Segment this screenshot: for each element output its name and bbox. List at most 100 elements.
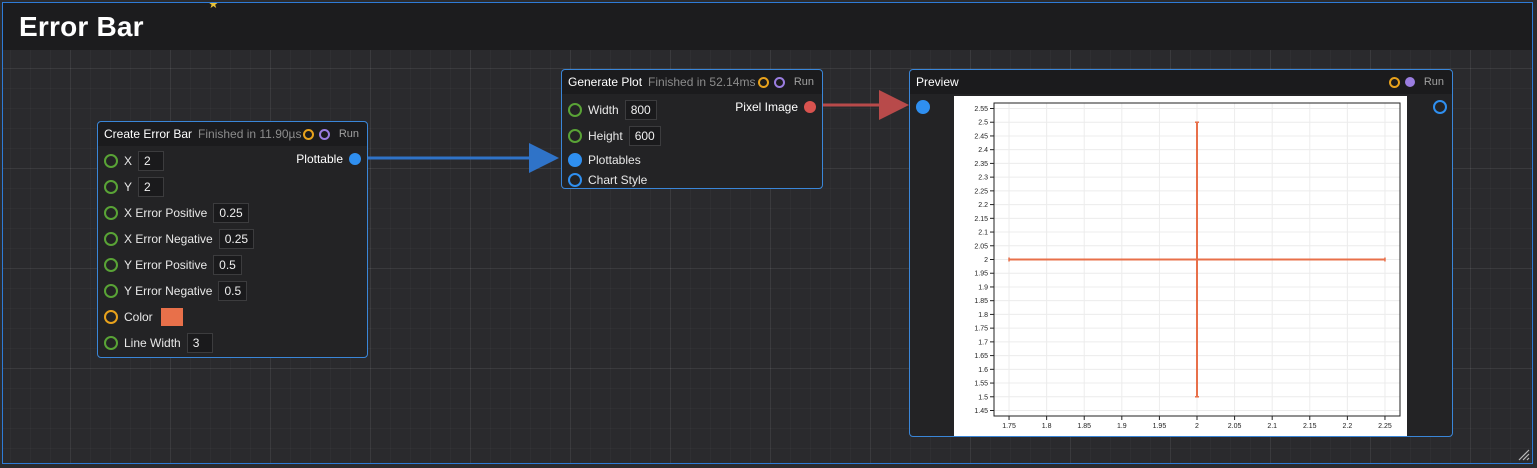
height-field[interactable]: 600 bbox=[628, 126, 661, 146]
x-tick-label: 1.85 bbox=[1077, 423, 1091, 430]
x-tick-label: 2.25 bbox=[1378, 423, 1392, 430]
y-tick-label: 2 bbox=[984, 257, 988, 264]
state-ring-icon bbox=[302, 128, 314, 140]
input-label: Y Error Negative bbox=[124, 284, 213, 298]
input-port-icon[interactable] bbox=[104, 180, 118, 194]
input-y-error-positive: Y Error Positive 0.5 bbox=[104, 254, 242, 276]
node-status: Finished in 52.14ms bbox=[648, 75, 756, 89]
input-label: Line Width bbox=[124, 336, 181, 350]
color-swatch[interactable] bbox=[160, 308, 183, 326]
y-tick-label: 1.75 bbox=[974, 326, 988, 333]
input-line-width: Line Width 3 bbox=[104, 332, 213, 354]
y-tick-label: 2.35 bbox=[974, 161, 988, 168]
x-error-positive-field[interactable]: 0.25 bbox=[213, 203, 249, 223]
line-width-field[interactable]: 3 bbox=[186, 333, 213, 353]
node-header[interactable]: Preview Run bbox=[910, 70, 1452, 94]
output-label: Plottable bbox=[296, 152, 343, 166]
x-field[interactable]: 2 bbox=[138, 151, 165, 171]
exec-dot-icon[interactable] bbox=[1404, 77, 1415, 87]
input-chart-style: Chart Style bbox=[568, 169, 647, 191]
input-label: X bbox=[124, 154, 133, 168]
x-tick-label: 2.2 bbox=[1343, 423, 1353, 430]
y-tick-label: 2.05 bbox=[974, 243, 988, 250]
x-tick-label: 2.15 bbox=[1303, 423, 1317, 430]
y-tick-label: 2.5 bbox=[978, 120, 988, 127]
input-label: Y Error Positive bbox=[124, 258, 208, 272]
x-tick-label: 2 bbox=[1195, 423, 1199, 430]
y-tick-label: 2.45 bbox=[974, 133, 988, 140]
input-port-icon[interactable] bbox=[104, 258, 118, 272]
create-error-bar-node[interactable]: Create Error Bar Finished in 11.90µs Run … bbox=[97, 121, 368, 358]
y-tick-label: 1.45 bbox=[974, 408, 988, 415]
input-label: Chart Style bbox=[588, 173, 648, 187]
input-port-icon[interactable] bbox=[916, 100, 930, 114]
input-port-icon[interactable] bbox=[568, 129, 582, 143]
y-tick-label: 1.7 bbox=[978, 339, 988, 346]
generate-plot-node[interactable]: Generate Plot Finished in 52.14ms Run Pix… bbox=[561, 69, 823, 189]
input-x: X 2 bbox=[104, 150, 165, 172]
input-label: Width bbox=[588, 103, 619, 117]
run-button[interactable]: Run bbox=[794, 70, 814, 94]
y-tick-label: 1.9 bbox=[978, 284, 988, 291]
y-tick-label: 1.5 bbox=[978, 394, 988, 401]
output-plottable[interactable]: Plottable bbox=[296, 148, 361, 170]
input-port-icon[interactable] bbox=[104, 154, 118, 168]
output-pixel-image[interactable]: Pixel Image bbox=[735, 96, 816, 118]
output-label: Pixel Image bbox=[735, 100, 798, 114]
output-port-icon[interactable] bbox=[804, 101, 816, 113]
input-x-error-negative: X Error Negative 0.25 bbox=[104, 228, 255, 250]
run-button[interactable]: Run bbox=[339, 122, 359, 146]
y-error-negative-field[interactable]: 0.5 bbox=[218, 281, 248, 301]
x-tick-label: 2.1 bbox=[1267, 423, 1277, 430]
input-port-icon[interactable] bbox=[104, 232, 118, 246]
exec-ring-icon[interactable] bbox=[773, 76, 785, 88]
output-port-icon[interactable] bbox=[349, 153, 361, 165]
input-port-icon[interactable] bbox=[568, 103, 582, 117]
input-label: Plottables bbox=[588, 153, 641, 167]
run-button[interactable]: Run bbox=[1424, 70, 1444, 94]
width-field[interactable]: 800 bbox=[624, 100, 657, 120]
input-y-error-negative: Y Error Negative 0.5 bbox=[104, 280, 248, 302]
y-tick-label: 2.1 bbox=[978, 230, 988, 237]
state-ring-icon bbox=[757, 76, 769, 88]
resize-grip-icon[interactable] bbox=[1516, 447, 1530, 461]
y-tick-label: 1.85 bbox=[974, 298, 988, 305]
input-port-icon[interactable] bbox=[568, 153, 582, 167]
y-tick-label: 2.15 bbox=[974, 216, 988, 223]
y-tick-label: 1.65 bbox=[974, 353, 988, 360]
y-tick-label: 1.6 bbox=[978, 367, 988, 374]
node-title: Preview bbox=[916, 75, 959, 89]
x-tick-label: 1.75 bbox=[1002, 423, 1016, 430]
preview-node[interactable]: Preview Run 1.75 1.8 1.85 1.9 1.95 2 2.05 2.1 2.… bbox=[909, 69, 1453, 437]
input-width: Width 800 bbox=[568, 99, 657, 121]
input-label: Y bbox=[124, 180, 133, 194]
node-header[interactable]: Create Error Bar Finished in 11.90µs Run bbox=[98, 122, 367, 146]
y-tick-label: 1.95 bbox=[974, 271, 988, 278]
input-port-icon[interactable] bbox=[104, 336, 118, 350]
input-label: X Error Positive bbox=[124, 206, 208, 220]
output-port-icon[interactable] bbox=[1433, 100, 1447, 114]
input-label: Height bbox=[588, 129, 623, 143]
input-color: Color bbox=[104, 306, 183, 328]
preview-image: 1.75 1.8 1.85 1.9 1.95 2 2.05 2.1 2.15 2.2 2.25 1.4… bbox=[954, 96, 1407, 436]
x-error-negative-field[interactable]: 0.25 bbox=[218, 229, 255, 249]
x-tick-label: 1.9 bbox=[1117, 423, 1127, 430]
state-ring-icon bbox=[1388, 76, 1400, 88]
input-y: Y 2 bbox=[104, 176, 165, 198]
input-label: Color bbox=[124, 310, 153, 324]
canvas-frame: Error Bar ★ Create Error Bar Finished in … bbox=[2, 2, 1533, 464]
y-tick-label: 2.55 bbox=[974, 106, 988, 113]
input-plottables: Plottables bbox=[568, 149, 641, 171]
exec-ring-icon[interactable] bbox=[318, 128, 330, 140]
y-tick-label: 1.55 bbox=[974, 381, 988, 388]
input-label: X Error Negative bbox=[124, 232, 213, 246]
input-port-icon[interactable] bbox=[104, 310, 118, 324]
node-status: Finished in 11.90µs bbox=[198, 127, 302, 141]
node-header[interactable]: Generate Plot Finished in 52.14ms Run bbox=[562, 70, 822, 94]
input-port-icon[interactable] bbox=[104, 284, 118, 298]
input-port-icon[interactable] bbox=[104, 206, 118, 220]
x-tick-label: 2.05 bbox=[1228, 423, 1242, 430]
y-error-positive-field[interactable]: 0.5 bbox=[213, 255, 242, 275]
y-field[interactable]: 2 bbox=[138, 177, 165, 197]
input-port-icon[interactable] bbox=[568, 173, 582, 187]
